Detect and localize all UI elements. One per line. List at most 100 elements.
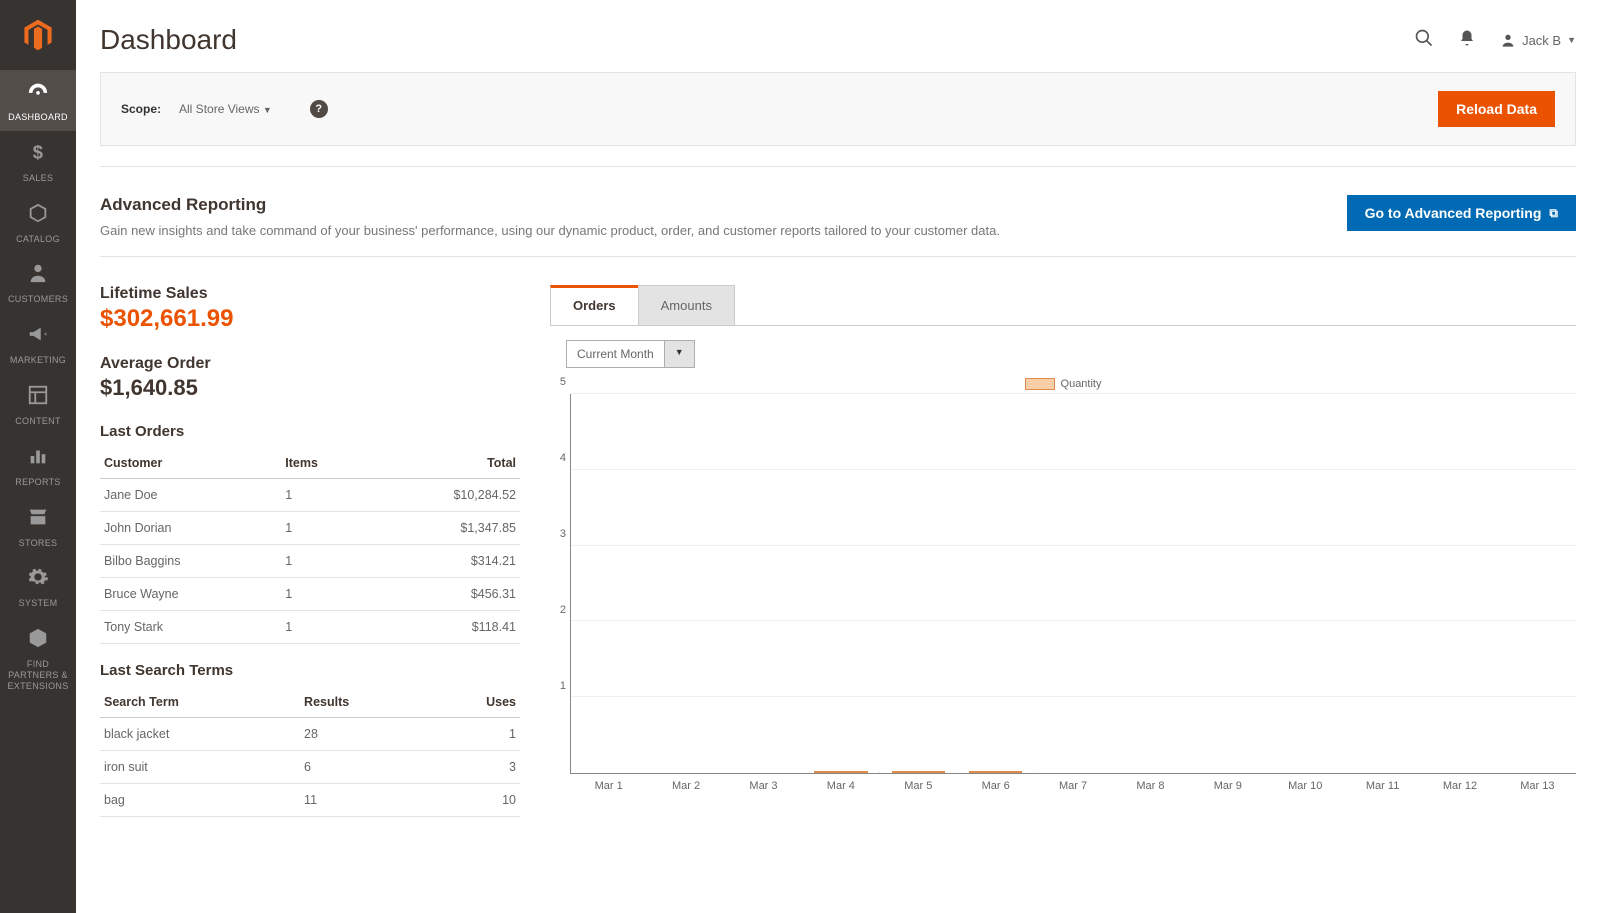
nav-item-catalog[interactable]: CATALOG [0, 192, 76, 253]
store-icon [4, 506, 72, 534]
barchart-icon [4, 445, 72, 473]
table-row[interactable]: iron suit63 [100, 751, 520, 784]
nav-item-dashboard[interactable]: DASHBOARD [0, 70, 76, 131]
bar[interactable] [814, 771, 867, 773]
nav-label: REPORTS [15, 477, 60, 487]
y-tick: 5 [560, 376, 566, 388]
advanced-reporting-desc: Gain new insights and take command of yo… [100, 223, 1000, 238]
advanced-reporting-title: Advanced Reporting [100, 195, 1000, 215]
reload-data-button[interactable]: Reload Data [1438, 91, 1555, 127]
x-tick: Mar 13 [1499, 774, 1576, 792]
scope-selector[interactable]: All Store Views ▼ [179, 102, 272, 116]
x-tick: Mar 5 [880, 774, 957, 792]
col-items: Items [281, 448, 368, 479]
x-tick: Mar 3 [725, 774, 802, 792]
orders-chart: Quantity 12345 Mar 1Mar 2Mar 3Mar 4Mar 5… [550, 378, 1576, 792]
nav-item-customers[interactable]: CUSTOMERS [0, 252, 76, 313]
legend-label: Quantity [1061, 378, 1102, 390]
average-order-value: $1,640.85 [100, 375, 520, 401]
table-row[interactable]: John Dorian1$1,347.85 [100, 512, 520, 545]
x-tick: Mar 10 [1267, 774, 1344, 792]
nav-label: SYSTEM [19, 598, 58, 608]
external-link-icon: ⧉ [1549, 206, 1558, 221]
tab-amounts[interactable]: Amounts [638, 285, 735, 325]
bar-slot [803, 771, 880, 773]
account-menu[interactable]: Jack B ▼ [1500, 32, 1576, 48]
x-tick: Mar 6 [957, 774, 1034, 792]
nav-item-stores[interactable]: STORES [0, 496, 76, 557]
col-results: Results [300, 687, 428, 718]
last-orders-title: Last Orders [100, 423, 520, 440]
nav-label: CATALOG [16, 234, 60, 244]
table-row[interactable]: Tony Stark1$118.41 [100, 611, 520, 644]
col-customer: Customer [100, 448, 281, 479]
nav-label: CUSTOMERS [8, 294, 68, 304]
gauge-icon [4, 80, 72, 108]
y-tick: 1 [560, 680, 566, 692]
x-tick: Mar 4 [802, 774, 879, 792]
nav-item-system[interactable]: SYSTEM [0, 556, 76, 617]
col-search-term: Search Term [100, 687, 300, 718]
col-total: Total [369, 448, 520, 479]
search-icon[interactable] [1414, 28, 1434, 53]
notifications-icon[interactable] [1458, 29, 1476, 52]
page-header: Dashboard Jack B ▼ [100, 0, 1576, 72]
nav-label: SALES [23, 173, 54, 183]
table-row[interactable]: black jacket281 [100, 718, 520, 751]
scope-label: Scope: [121, 102, 161, 116]
last-search-table: Search Term Results Uses black jacket281… [100, 687, 520, 817]
x-tick: Mar 1 [570, 774, 647, 792]
nav-item-reports[interactable]: REPORTS [0, 435, 76, 496]
nav-item-find-partners-extensions[interactable]: FIND PARTNERS & EXTENSIONS [0, 617, 76, 699]
table-row[interactable]: bag1110 [100, 784, 520, 817]
user-name: Jack B [1522, 33, 1561, 48]
lifetime-sales-label: Lifetime Sales [100, 285, 520, 303]
bar-slot [880, 771, 957, 773]
nav-label: FIND PARTNERS & EXTENSIONS [7, 659, 68, 691]
lifetime-sales-value: $302,661.99 [100, 305, 520, 333]
nav-item-sales[interactable]: $ SALES [0, 131, 76, 192]
nav-label: MARKETING [10, 355, 66, 365]
magento-logo[interactable] [0, 0, 76, 70]
help-icon[interactable]: ? [310, 100, 328, 118]
person-icon [4, 262, 72, 290]
nav-label: STORES [19, 538, 58, 548]
chevron-down-icon: ▼ [1567, 35, 1576, 45]
tab-orders[interactable]: Orders [550, 285, 639, 325]
period-selector-button[interactable]: ▼ [665, 340, 695, 368]
puzzle-icon [4, 627, 72, 655]
svg-text:$: $ [33, 141, 43, 162]
nav-label: CONTENT [15, 416, 61, 426]
chevron-down-icon: ▼ [263, 105, 272, 115]
nav-label: DASHBOARD [8, 112, 68, 122]
x-tick: Mar 8 [1112, 774, 1189, 792]
average-order-label: Average Order [100, 355, 520, 373]
chevron-down-icon: ▼ [675, 347, 684, 357]
gear-icon [4, 566, 72, 594]
dollar-icon: $ [4, 141, 72, 169]
admin-sidebar: DASHBOARD $ SALES CATALOG CUSTOMERS MARKETING… [0, 0, 76, 913]
nav-item-marketing[interactable]: MARKETING [0, 313, 76, 374]
table-row[interactable]: Jane Doe1$10,284.52 [100, 479, 520, 512]
period-selector-label: Current Month [566, 340, 665, 368]
cube-icon [4, 202, 72, 230]
legend-swatch [1025, 378, 1055, 390]
bar[interactable] [892, 771, 945, 773]
go-advanced-reporting-button[interactable]: Go to Advanced Reporting ⧉ [1347, 195, 1576, 231]
layout-icon [4, 384, 72, 412]
table-row[interactable]: Bilbo Baggins1$314.21 [100, 545, 520, 578]
x-tick: Mar 12 [1421, 774, 1498, 792]
chart-tabs: Orders Amounts [550, 285, 1576, 326]
x-tick: Mar 7 [1034, 774, 1111, 792]
page-title: Dashboard [100, 24, 237, 56]
x-tick: Mar 2 [647, 774, 724, 792]
nav-item-content[interactable]: CONTENT [0, 374, 76, 435]
col-uses: Uses [428, 687, 520, 718]
y-tick: 2 [560, 604, 566, 616]
megaphone-icon [4, 323, 72, 351]
x-tick: Mar 9 [1189, 774, 1266, 792]
table-row[interactable]: Bruce Wayne1$456.31 [100, 578, 520, 611]
scope-bar: Scope: All Store Views ▼ ? Reload Data [100, 72, 1576, 146]
y-tick: 3 [560, 528, 566, 540]
bar[interactable] [969, 771, 1022, 773]
